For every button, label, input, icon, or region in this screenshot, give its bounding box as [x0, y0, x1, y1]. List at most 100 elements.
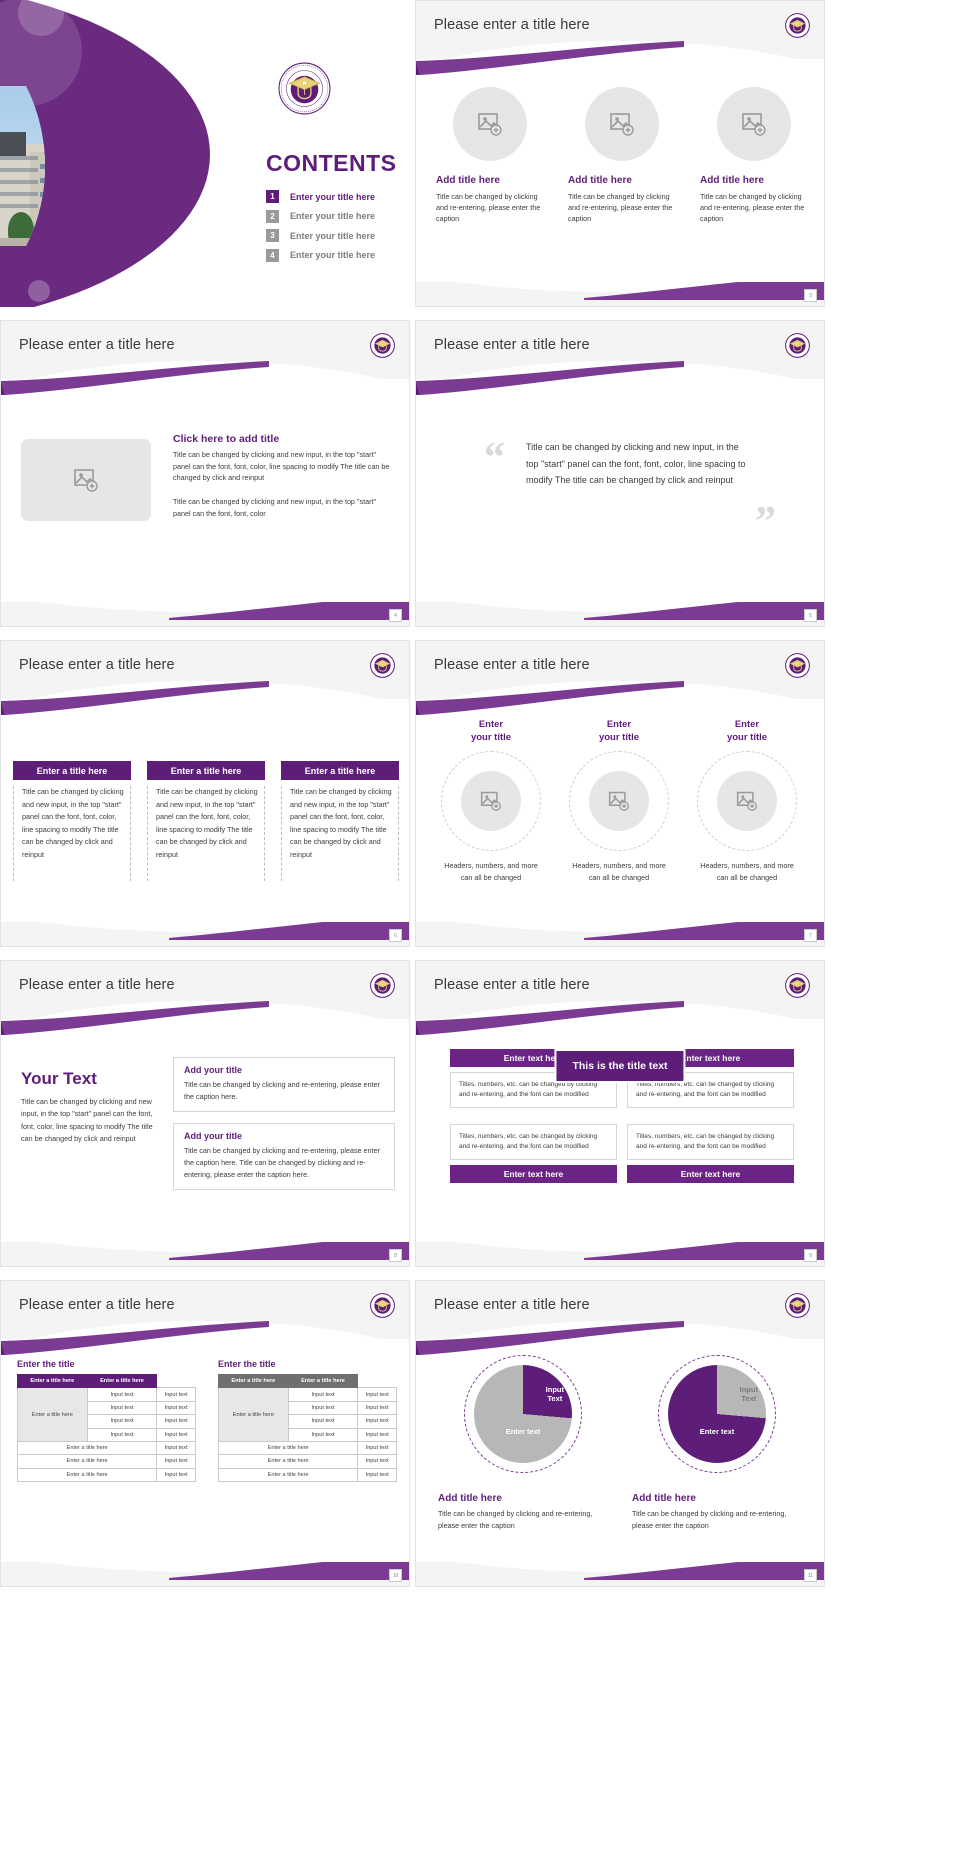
table-cell[interactable]: Input text	[287, 1414, 359, 1429]
table-cell[interactable]: Enter a title here	[16, 1454, 158, 1469]
image-placeholder-icon[interactable]	[453, 87, 527, 161]
table-row[interactable]: Enter a title here Input text Input text	[17, 1387, 196, 1442]
donut-inner-label: Input Text	[545, 1385, 564, 1403]
table-cell[interactable]: Input text	[86, 1427, 158, 1442]
image-placeholder-icon[interactable]	[589, 770, 649, 831]
table-cell[interactable]: Input text	[156, 1467, 196, 1483]
table-caption: Enter the title	[17, 1359, 75, 1369]
slide-dashed-circles[interactable]: Please enter a title here Enter your tit…	[415, 640, 825, 947]
table-cell[interactable]: Input text	[156, 1454, 196, 1469]
table-cell[interactable]: Input text	[357, 1400, 397, 1416]
table-cell[interactable]: Input text	[86, 1387, 158, 1402]
table-cell[interactable]: Enter a title here	[217, 1454, 359, 1469]
slide-title: Please enter a title here	[19, 977, 175, 993]
table-cell[interactable]: Input text	[357, 1387, 397, 1402]
table-cell[interactable]: Enter a title here	[16, 1440, 158, 1456]
dashed-ring	[569, 750, 669, 851]
table-cell[interactable]: Input text	[86, 1400, 158, 1416]
table-row[interactable]: Enter a title here Input text	[217, 1467, 397, 1483]
table-row[interactable]: Enter a title here Input text	[217, 1454, 397, 1469]
quote-text: Title can be changed by clicking and new…	[526, 442, 746, 486]
dashed-ring	[441, 750, 541, 851]
circle-item[interactable]: Enter your title Headers, numbers, and m…	[430, 719, 552, 884]
data-table[interactable]: Enter a title here Enter a title here En…	[217, 1373, 397, 1483]
card-item[interactable]: Add your title Title can be changed by c…	[173, 1057, 395, 1113]
table-header-cell: Enter a title here	[17, 1373, 88, 1389]
table-cell[interactable]: Input text	[287, 1427, 359, 1442]
slide-header: Please enter a title here	[1, 961, 409, 1019]
table-cell[interactable]: Input text	[156, 1414, 196, 1429]
box-item[interactable]: Enter a title here Title can be changed …	[281, 761, 399, 881]
donut-item[interactable]: Input Text Enter text Add title here Tit…	[438, 1355, 608, 1532]
matrix-cell[interactable]: Titles, numbers, etc. can be changed by …	[627, 1124, 794, 1161]
donut-chart[interactable]: Input Text Enter text	[668, 1365, 766, 1463]
table-cell[interactable]: Input text	[287, 1387, 359, 1402]
slide-footer	[416, 1562, 824, 1586]
donut-item[interactable]: Input Text Enter text Add title here Tit…	[632, 1355, 802, 1532]
slide-your-text[interactable]: Please enter a title here Your Text Titl…	[0, 960, 410, 1267]
card-item[interactable]: Add your title Title can be changed by c…	[173, 1123, 395, 1191]
toc-item-1[interactable]: 1 Enter your title here	[266, 190, 406, 203]
column-item[interactable]: Add title here Title can be changed by c…	[568, 87, 676, 224]
data-table[interactable]: Enter a title here Enter a title here En…	[16, 1373, 196, 1483]
circle-item[interactable]: Enter your title Headers, numbers, and m…	[686, 719, 808, 884]
table-row[interactable]: Enter a title here Input text Input text	[218, 1387, 397, 1442]
slide-title: Please enter a title here	[434, 1297, 590, 1313]
circle-item[interactable]: Enter your title Headers, numbers, and m…	[558, 719, 680, 884]
table-cell[interactable]: Enter a title here	[16, 1467, 158, 1483]
slide-cover[interactable]: CONTENTS 1 Enter your title here 2 Enter…	[0, 0, 410, 307]
slide-three-circles[interactable]: Please enter a title here Add title here…	[415, 0, 825, 307]
toc-item-4[interactable]: 4 Enter your title here	[266, 248, 406, 262]
slide-footer	[1, 922, 409, 946]
toc-label: Enter your title here	[290, 230, 376, 241]
matrix-bar[interactable]: Enter text here	[450, 1165, 617, 1184]
table-cell[interactable]: Input text	[357, 1440, 397, 1456]
university-emblem-icon	[370, 973, 395, 998]
slide-image-text[interactable]: Please enter a title here Click here to …	[0, 320, 410, 627]
table-cell[interactable]: Input text	[156, 1387, 196, 1402]
toc-item-3[interactable]: 3 Enter your title here	[266, 229, 406, 242]
image-placeholder-icon[interactable]	[717, 87, 791, 161]
slide-header: Please enter a title here	[416, 641, 824, 699]
slide-quote[interactable]: Please enter a title here “ Title can be…	[415, 320, 825, 627]
image-placeholder-icon[interactable]	[461, 770, 521, 831]
image-placeholder-icon[interactable]	[21, 439, 151, 521]
box-item[interactable]: Enter a title here Title can be changed …	[13, 761, 131, 881]
table-cell[interactable]: Input text	[156, 1427, 196, 1442]
table-row[interactable]: Enter a title here Input text	[16, 1440, 196, 1456]
table-cell[interactable]: Input text	[357, 1414, 397, 1429]
slide-three-boxes[interactable]: Please enter a title here Enter a title …	[0, 640, 410, 947]
toc-item-2[interactable]: 2 Enter your title here	[266, 209, 406, 223]
matrix-bar[interactable]: Enter text here	[627, 1165, 794, 1184]
circle-body: Headers, numbers, and more can all be ch…	[572, 860, 666, 882]
column-item[interactable]: Add title here Title can be changed by c…	[436, 87, 544, 224]
table-cell[interactable]: Input text	[357, 1454, 397, 1469]
matrix-cell[interactable]: Titles, numbers, etc. can be changed by …	[450, 1124, 617, 1161]
page-number: 4	[389, 609, 402, 622]
image-placeholder-icon[interactable]	[585, 87, 659, 161]
table-cell[interactable]: Input text	[287, 1400, 359, 1416]
table-row[interactable]: Enter a title here Input text	[16, 1454, 196, 1469]
table-cell[interactable]: Input text	[156, 1400, 196, 1416]
table-cell[interactable]: Input text	[357, 1467, 397, 1483]
page-number: 7	[804, 929, 817, 942]
box-item[interactable]: Enter a title here Title can be changed …	[147, 761, 265, 881]
image-placeholder-icon[interactable]	[717, 770, 777, 831]
table-row[interactable]: Enter a title here Input text	[16, 1467, 196, 1483]
toc-number: 4	[266, 248, 279, 262]
slide-footer	[416, 602, 824, 626]
table-cell[interactable]: Input text	[357, 1427, 397, 1442]
slide-header: Please enter a title here	[1, 1281, 409, 1339]
column-item[interactable]: Add title here Title can be changed by c…	[700, 87, 808, 224]
table-cell[interactable]: Input text	[86, 1414, 158, 1429]
table-cell[interactable]: Input text	[156, 1440, 196, 1456]
matrix-center-label[interactable]: This is the title text	[554, 1049, 686, 1083]
slide-tables[interactable]: Please enter a title here Enter the titl…	[0, 1280, 410, 1587]
slide-donut-charts[interactable]: Please enter a title here Input Text Ent…	[415, 1280, 825, 1587]
slide-matrix[interactable]: Please enter a title here Enter text her…	[415, 960, 825, 1267]
table-cell[interactable]: Enter a title here	[217, 1440, 359, 1456]
table-row[interactable]: Enter a title here Input text	[217, 1440, 397, 1456]
donut-chart[interactable]: Input Text Enter text	[474, 1365, 572, 1463]
table-cell[interactable]: Enter a title here	[217, 1467, 359, 1483]
page-number: 3	[804, 289, 817, 302]
